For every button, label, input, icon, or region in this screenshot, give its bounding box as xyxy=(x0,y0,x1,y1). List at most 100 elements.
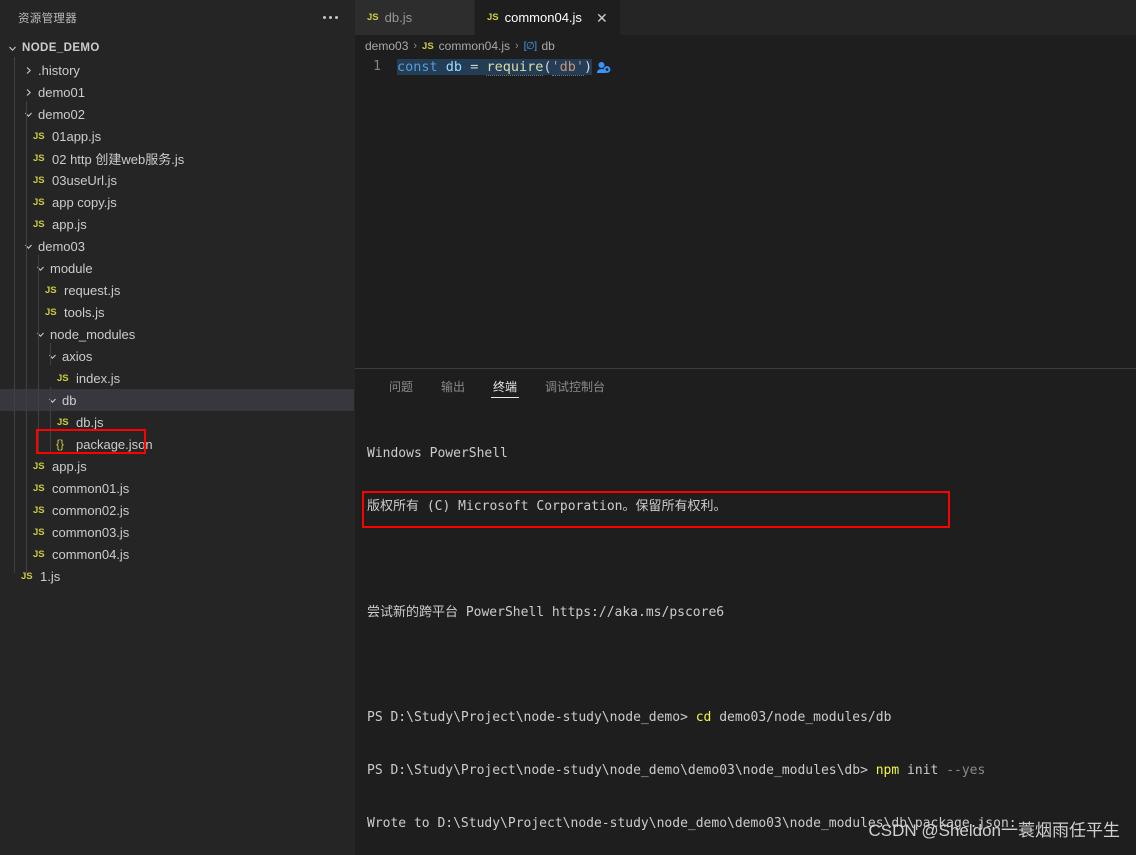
chevron-right-icon xyxy=(20,66,36,75)
tree-item-request-js[interactable]: JS request.js xyxy=(0,279,354,301)
tree-item-common02-js[interactable]: JS common02.js xyxy=(0,499,354,521)
tree-item-app-js[interactable]: JS app.js xyxy=(0,455,354,477)
terminal-command-2: PS D:\Study\Project\node-study\node_demo… xyxy=(367,762,1136,780)
tree-item-common04-js[interactable]: JS common04.js xyxy=(0,543,354,565)
panel-tab-输出[interactable]: 输出 xyxy=(427,369,479,404)
tree-item-common03-js[interactable]: JS common03.js xyxy=(0,521,354,543)
tree-item-module[interactable]: module xyxy=(0,257,354,279)
token-paren-open: ( xyxy=(543,59,552,75)
breadcrumb[interactable]: demo03 › JS common04.js › [∅] db xyxy=(355,35,1136,57)
tree-item-01app-js[interactable]: JS 01app.js xyxy=(0,125,354,147)
js-file-icon: JS xyxy=(487,12,499,23)
editor-tab-db-js[interactable]: JS db.js xyxy=(355,0,475,35)
chevron-down-icon xyxy=(44,396,60,405)
chevron-right-icon xyxy=(20,88,36,97)
tree-item--history[interactable]: .history xyxy=(0,59,354,81)
js-file-icon: JS xyxy=(422,40,434,52)
close-icon[interactable]: ✕ xyxy=(596,11,608,25)
code-content[interactable]: const db = require('db') xyxy=(397,57,611,80)
tree-item-02-http-web-js[interactable]: JS 02 http 创建web服务.js xyxy=(0,147,354,169)
editor-tab-common04-js[interactable]: JS common04.js ✕ xyxy=(475,0,621,35)
tree-item-label: module xyxy=(50,260,93,276)
chevron-down-icon xyxy=(20,242,36,251)
tree-item-app-js[interactable]: JS app.js xyxy=(0,213,354,235)
breadcrumb-folder[interactable]: demo03 xyxy=(365,39,408,53)
chevron-down-icon xyxy=(4,44,20,53)
terminal-line-ps-header: Windows PowerShell xyxy=(367,446,508,462)
json-file-icon: {} xyxy=(56,437,65,451)
tree-item-demo03[interactable]: demo03 xyxy=(0,235,354,257)
tree-item-label: axios xyxy=(62,348,93,364)
breadcrumb-file[interactable]: common04.js xyxy=(439,39,510,53)
watermark: CSDN @Sheldon一蓑烟雨任平生 xyxy=(868,821,1120,840)
editor-tab-label: db.js xyxy=(384,10,413,25)
js-file-icon: JS xyxy=(33,152,45,164)
chevron-right-icon-2: › xyxy=(515,40,519,52)
more-actions-icon[interactable] xyxy=(317,12,344,23)
tree-item-demo01[interactable]: demo01 xyxy=(0,81,354,103)
tree-root-node-demo[interactable]: NODE_DEMO xyxy=(0,37,354,59)
chevron-right-icon: › xyxy=(413,40,418,52)
editor-tab-label: common04.js xyxy=(504,10,582,25)
code-editor[interactable]: 1 const db = require('db') xyxy=(355,57,1136,368)
editor-tab-bar[interactable]: JS db.js JS common04.js ✕ xyxy=(355,0,1136,35)
tree-item-index-js[interactable]: JS index.js xyxy=(0,367,354,389)
explorer-title: 资源管理器 xyxy=(18,12,77,25)
tree-item-label: request.js xyxy=(64,282,121,298)
tree-item-app-copy-js[interactable]: JS app copy.js xyxy=(0,191,354,213)
tree-item-label: 02 http 创建web服务.js xyxy=(52,151,185,167)
tree-item-label: index.js xyxy=(76,370,121,386)
bottom-panel: 问题 输出 终端 调试控制台 Windows PowerShell 版权所有 (C) … xyxy=(355,368,1136,855)
panel-tab-bar[interactable]: 问题 输出 终端 调试控制台 xyxy=(355,369,1136,404)
tree-item-package-json[interactable]: {} package.json xyxy=(0,433,354,455)
tree-item-label: node_modules xyxy=(50,326,136,342)
terminal-line-blank-2 xyxy=(367,656,1136,674)
tree-item-node-modules[interactable]: node_modules xyxy=(0,323,354,345)
panel-tab-终端[interactable]: 终端 xyxy=(479,369,531,404)
js-file-icon: JS xyxy=(33,130,45,142)
code-line-1[interactable]: 1 const db = require('db') xyxy=(355,57,1136,77)
tree-item-demo02[interactable]: demo02 xyxy=(0,103,354,125)
tree-item-label: tools.js xyxy=(64,304,105,320)
tree-item-label: app copy.js xyxy=(52,194,117,210)
explorer-header: 资源管理器 xyxy=(0,0,354,35)
tree-item-label: common02.js xyxy=(52,502,130,518)
panel-tab-问题[interactable]: 问题 xyxy=(375,369,427,404)
tree-item-db-js[interactable]: JS db.js xyxy=(0,411,354,433)
tree-item-label: common04.js xyxy=(52,546,130,562)
tree-item-axios[interactable]: axios xyxy=(0,345,354,367)
tree-item-db[interactable]: db xyxy=(0,389,354,411)
js-file-icon: JS xyxy=(57,416,69,428)
tree-item-label: app.js xyxy=(52,458,87,474)
js-file-icon: JS xyxy=(33,548,45,560)
tree-item-common01-js[interactable]: JS common01.js xyxy=(0,477,354,499)
tree-item-label: common03.js xyxy=(52,524,130,540)
tree-item-label: db.js xyxy=(76,414,104,430)
terminal-line-blank-1 xyxy=(367,551,1136,569)
tree-item-tools-js[interactable]: JS tools.js xyxy=(0,301,354,323)
tree-root-label: NODE_DEMO xyxy=(22,42,100,54)
tree-item-label: .history xyxy=(38,62,80,78)
tree-item-label: demo02 xyxy=(38,106,85,122)
command-npm: npm xyxy=(875,762,900,778)
gitlens-blame-icon[interactable] xyxy=(596,60,611,80)
panel-tab-调试控制台[interactable]: 调试控制台 xyxy=(531,369,619,404)
js-file-icon: JS xyxy=(45,306,57,318)
tree-item-03useurl-js[interactable]: JS 03useUrl.js xyxy=(0,169,354,191)
terminal-output[interactable]: Windows PowerShell 版权所有 (C) Microsoft Co… xyxy=(355,404,1136,855)
js-file-icon: JS xyxy=(367,12,379,23)
tree-item-label: 01app.js xyxy=(52,128,102,144)
token-db-string: 'db' xyxy=(551,59,585,76)
tree-item-label: demo03 xyxy=(38,238,85,254)
token-const: const xyxy=(397,59,438,75)
prompt-2: PS D:\Study\Project\node-study\node_demo… xyxy=(367,762,876,778)
chevron-down-icon xyxy=(20,110,36,119)
token-db-var: db xyxy=(445,59,463,75)
terminal-command-1: PS D:\Study\Project\node-study\node_demo… xyxy=(367,709,1136,727)
breadcrumb-symbol[interactable]: db xyxy=(542,39,555,53)
file-tree[interactable]: NODE_DEMO .history demo01 demo02 JS 01app.js J… xyxy=(0,35,354,587)
tree-item-1-js[interactable]: JS 1.js xyxy=(0,565,354,587)
js-file-icon: JS xyxy=(33,174,45,186)
js-file-icon: JS xyxy=(33,218,45,230)
token-require: require xyxy=(486,59,544,76)
